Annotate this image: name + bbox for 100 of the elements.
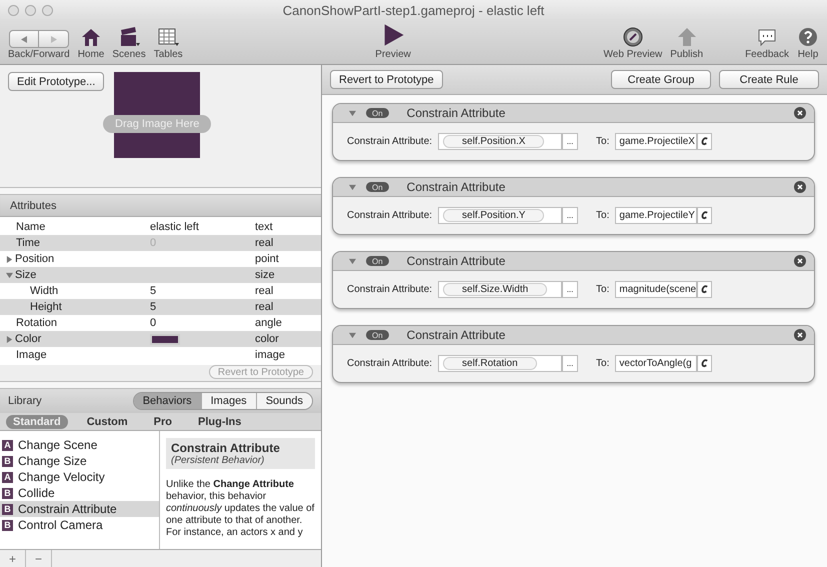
toolbar-button[interactable]: Help <box>795 26 821 60</box>
close-icon[interactable] <box>794 255 806 267</box>
splitter-handle[interactable] <box>0 187 321 195</box>
expression-field[interactable]: magnitude(scene <box>615 281 698 298</box>
more-button[interactable]: ... <box>562 281 578 298</box>
house-icon <box>80 26 102 48</box>
attribute-field[interactable]: self.Position.X <box>438 133 562 150</box>
behavior-title: Constrain Attribute <box>406 106 506 120</box>
back-button[interactable] <box>8 30 40 48</box>
field-label: Constrain Attribute: <box>347 284 432 295</box>
behavior-item[interactable]: B Constrain Attribute <box>0 501 159 517</box>
close-icon[interactable] <box>794 107 806 119</box>
behavior-item[interactable]: B Control Camera <box>0 517 159 533</box>
section-title: Attributes <box>10 200 56 212</box>
description-subtitle: (Persistent Behavior) <box>171 455 266 466</box>
expression-field[interactable]: game.ProjectileY <box>615 207 698 224</box>
window-title: CanonShowPartI-step1.gameproj - elastic left <box>282 2 544 18</box>
category-tab[interactable]: Pro <box>146 414 179 428</box>
expression-editor-button[interactable] <box>697 133 712 150</box>
description-text: Unlike the Change Attribute <box>166 479 295 491</box>
attribute-name: Rotation <box>16 317 57 329</box>
toolbar-button[interactable]: Web Preview <box>602 26 664 60</box>
forward-button[interactable] <box>39 30 69 48</box>
attribute-type: color <box>255 333 280 345</box>
expanded-triangle-icon[interactable] <box>349 332 356 338</box>
more-button[interactable]: ... <box>562 207 578 224</box>
expression-editor-button[interactable] <box>697 207 712 224</box>
behavior-badge: A <box>2 472 13 482</box>
behavior-item[interactable]: A Change Velocity <box>0 469 159 485</box>
attribute-type: angle <box>255 317 283 329</box>
color-swatch[interactable] <box>150 334 180 344</box>
expanded-triangle-icon[interactable] <box>349 258 356 264</box>
attribute-value: 5 <box>150 285 158 297</box>
section-title: Library <box>8 395 42 407</box>
zoom-button[interactable] <box>42 5 53 16</box>
library-tab[interactable]: Images <box>202 393 257 409</box>
expression-field[interactable]: vectorToAngle(g <box>615 355 698 372</box>
attribute-field[interactable]: self.Position.Y <box>438 207 562 224</box>
library-tab[interactable]: Behaviors <box>134 393 202 409</box>
on-toggle[interactable]: On <box>366 182 389 192</box>
attribute-value: 0 <box>150 317 158 329</box>
expression-editor-button[interactable] <box>697 355 712 372</box>
on-toggle[interactable]: On <box>366 256 389 266</box>
attribute-field[interactable]: self.Rotation <box>438 355 562 372</box>
expanded-triangle-icon[interactable] <box>6 272 13 278</box>
attribute-name: Size <box>15 269 36 281</box>
description-title: Constrain Attribute <box>171 441 281 455</box>
on-toggle[interactable]: On <box>366 330 389 340</box>
splitter-handle[interactable] <box>0 381 321 389</box>
attribute-field[interactable]: self.Size.Width <box>438 281 562 298</box>
attribute-name: Time <box>16 237 40 249</box>
attribute-name: Image <box>16 349 47 361</box>
expanded-triangle-icon[interactable] <box>349 110 356 116</box>
attribute-type: image <box>255 349 286 361</box>
expanded-triangle-icon[interactable] <box>349 184 356 190</box>
attribute-name: Color <box>15 333 42 345</box>
behavior-item[interactable]: B Collide <box>0 485 159 501</box>
attribute-name: Height <box>30 301 62 313</box>
description-text: For instance, an actors x and y <box>166 527 304 539</box>
close-button[interactable] <box>8 5 19 16</box>
expression-field[interactable]: game.ProjectileX <box>615 133 698 150</box>
remove-button[interactable]: − <box>26 550 52 567</box>
library-tab[interactable]: Sounds <box>256 393 312 409</box>
attribute-type: point <box>255 253 280 265</box>
toolbar-button[interactable]: Create Group <box>611 70 711 89</box>
field-label: Constrain Attribute: <box>347 358 432 369</box>
more-button[interactable]: ... <box>562 133 578 150</box>
on-toggle[interactable]: On <box>366 108 389 118</box>
revert-button[interactable]: Revert to Prototype <box>330 70 443 89</box>
description-text: one attribute to that of another. <box>166 515 304 527</box>
toolbar-button[interactable]: Create Rule <box>719 70 819 89</box>
behavior-item[interactable]: B Change Size <box>0 453 159 469</box>
add-button[interactable]: + <box>0 550 26 567</box>
expression-editor-button[interactable] <box>697 281 712 298</box>
back-arrow-icon <box>21 36 28 42</box>
field-label: To: <box>596 358 610 369</box>
behavior-item[interactable]: A Change Scene <box>0 437 159 453</box>
toolbar-button[interactable]: Feedback <box>743 26 791 60</box>
toolbar-button[interactable]: Tables <box>152 26 185 60</box>
table-icon <box>157 26 180 48</box>
behavior-title: Constrain Attribute <box>406 254 506 268</box>
attribute-name: Name <box>16 221 46 233</box>
minimize-button[interactable] <box>25 5 36 16</box>
description-text: behavior, this behavior <box>166 491 268 503</box>
attribute-type: size <box>255 269 276 281</box>
toolbar-button[interactable]: Home <box>76 26 106 60</box>
close-icon[interactable] <box>794 329 806 341</box>
attribute-type: real <box>255 285 274 297</box>
field-label: To: <box>596 136 610 147</box>
toolbar-button[interactable]: Scenes <box>110 26 148 60</box>
collapsed-triangle-icon[interactable] <box>6 336 13 342</box>
more-button[interactable]: ... <box>562 355 578 372</box>
toolbar-button[interactable]: Publish <box>668 26 706 60</box>
category-tab[interactable]: Custom <box>80 414 135 428</box>
edit-prototype-button[interactable]: Edit Prototype... <box>8 72 104 91</box>
category-tab[interactable]: Plug-Ins <box>190 414 248 428</box>
clapperboard-icon <box>118 26 140 48</box>
collapsed-triangle-icon[interactable] <box>6 256 13 262</box>
toolbar-button[interactable]: Preview <box>373 22 413 60</box>
close-icon[interactable] <box>794 181 806 193</box>
